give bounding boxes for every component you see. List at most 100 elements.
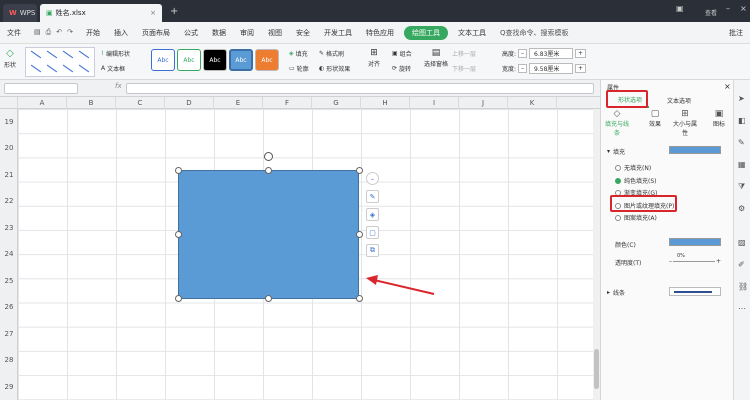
- tab-wps[interactable]: W WPS: [3, 4, 37, 22]
- style-4[interactable]: Abc: [229, 49, 253, 71]
- rectangle-shape[interactable]: [178, 170, 359, 299]
- handle-bottom-mid[interactable]: [265, 295, 272, 302]
- menu-insert[interactable]: 插入: [107, 28, 135, 38]
- name-box[interactable]: [4, 83, 78, 94]
- col-b[interactable]: B: [67, 97, 116, 109]
- collapse-icon[interactable]: –: [366, 172, 379, 185]
- handle-mid-left[interactable]: [175, 231, 182, 238]
- tools-icon[interactable]: ⚙: [738, 204, 747, 213]
- edit-shape-button[interactable]: ⌇ 编辑形状: [101, 49, 130, 58]
- menu-drawing-tools[interactable]: 绘图工具: [403, 25, 448, 40]
- height-value[interactable]: 6.83厘米: [529, 48, 574, 59]
- col-a[interactable]: A: [18, 97, 67, 109]
- badge-icon[interactable]: ▣: [676, 4, 684, 13]
- col-k[interactable]: K: [508, 97, 557, 109]
- redo-icon[interactable]: ↷: [67, 28, 73, 37]
- option-pattern-fill[interactable]: 图案填充(A): [615, 213, 657, 222]
- down-one-button[interactable]: 下移一层: [452, 64, 476, 73]
- col-i[interactable]: I: [410, 97, 459, 109]
- tab-size-props[interactable]: ⊞ 大小与属性: [673, 109, 697, 137]
- menu-formula[interactable]: 公式: [177, 28, 205, 38]
- option-no-fill[interactable]: 无填充(N): [615, 163, 651, 172]
- row-25[interactable]: 25: [0, 277, 18, 285]
- menu-developer[interactable]: 开发工具: [317, 28, 359, 38]
- layers-icon[interactable]: ⧉: [366, 244, 379, 257]
- vertical-scrollbar[interactable]: [593, 109, 600, 400]
- rotate-button[interactable]: ⟳ 旋转: [392, 64, 411, 73]
- menu-review[interactable]: 审阅: [233, 28, 261, 38]
- scroll-thumb[interactable]: [594, 349, 599, 389]
- menu-text-tools[interactable]: 文本工具: [451, 28, 493, 38]
- fill-section-header[interactable]: ▾ 填充: [607, 147, 625, 156]
- col-f[interactable]: F: [263, 97, 312, 109]
- col-c[interactable]: C: [116, 97, 165, 109]
- row-26[interactable]: 26: [0, 303, 18, 311]
- rotate-handle-icon[interactable]: [264, 152, 273, 161]
- col-e[interactable]: E: [214, 97, 263, 109]
- handle-top-mid[interactable]: [265, 167, 272, 174]
- new-tab-button[interactable]: +: [170, 6, 178, 17]
- table-icon[interactable]: ▦: [738, 160, 747, 169]
- outline-button[interactable]: ▭ 轮廓: [289, 64, 309, 73]
- menu-special[interactable]: 特色应用: [359, 28, 401, 38]
- tab-icon[interactable]: ▣ 图标: [707, 109, 731, 128]
- fill-button[interactable]: ◈ 填充: [289, 49, 308, 58]
- close-window-icon[interactable]: ×: [740, 4, 747, 13]
- frame-icon[interactable]: ▢: [366, 226, 379, 239]
- col-g[interactable]: G: [312, 97, 361, 109]
- option-solid-fill[interactable]: 纯色填充(S): [615, 176, 657, 185]
- line-section-header[interactable]: ▸ 线条: [607, 288, 625, 297]
- height-minus[interactable]: –: [518, 49, 528, 58]
- width-minus[interactable]: –: [518, 64, 528, 73]
- style-3[interactable]: Abc: [203, 49, 227, 71]
- shape-button[interactable]: ◇ 形状: [4, 48, 16, 69]
- width-plus[interactable]: +: [575, 64, 587, 73]
- color-picker[interactable]: [669, 238, 721, 246]
- edit-icon[interactable]: ✐: [738, 260, 747, 269]
- row-29[interactable]: 29: [0, 383, 18, 391]
- col-j[interactable]: J: [459, 97, 508, 109]
- menu-security[interactable]: 安全: [289, 28, 317, 38]
- fill-color-picker[interactable]: [669, 146, 721, 154]
- handle-top-left[interactable]: [175, 167, 182, 174]
- line-gallery[interactable]: [25, 47, 95, 77]
- filter-icon[interactable]: ⧩: [738, 182, 747, 191]
- height-plus[interactable]: +: [575, 49, 587, 58]
- select-all-corner[interactable]: [0, 97, 18, 109]
- brush-tool-icon[interactable]: ✎: [738, 138, 747, 147]
- style-1[interactable]: Abc: [151, 49, 175, 71]
- style-icon[interactable]: ◧: [738, 116, 747, 125]
- image-icon[interactable]: ▨: [738, 238, 747, 247]
- handle-mid-right[interactable]: [356, 231, 363, 238]
- line-style-picker[interactable]: [669, 287, 721, 296]
- row-24[interactable]: 24: [0, 250, 18, 258]
- tab-file[interactable]: ▣ 姓名.xlsx ×: [40, 4, 162, 22]
- transparency-minus[interactable]: –: [669, 258, 672, 265]
- menu-view[interactable]: 视图: [261, 28, 289, 38]
- print-icon[interactable]: ⎙: [46, 28, 52, 37]
- up-one-button[interactable]: 上移一层: [452, 49, 476, 58]
- search-command[interactable]: Q查找命令、搜索模板: [493, 28, 576, 38]
- align-button[interactable]: ⊞ 对齐: [368, 48, 380, 68]
- menu-data[interactable]: 数据: [205, 28, 233, 38]
- row-27[interactable]: 27: [0, 330, 18, 338]
- transparency-plus[interactable]: +: [716, 258, 721, 265]
- cursor-icon[interactable]: ➤: [738, 94, 747, 103]
- menu-layout[interactable]: 页面布局: [135, 28, 177, 38]
- fill-bucket-icon[interactable]: ◈: [366, 208, 379, 221]
- more-icon[interactable]: ⋯: [738, 304, 747, 313]
- fx-icon[interactable]: fx: [115, 82, 122, 90]
- link-icon[interactable]: ⛓: [738, 282, 748, 291]
- handle-bottom-left[interactable]: [175, 295, 182, 302]
- row-23[interactable]: 23: [0, 224, 18, 232]
- shape-effect-button[interactable]: ◐ 形状效果: [319, 64, 350, 73]
- close-tab-icon[interactable]: ×: [150, 9, 156, 17]
- user-name[interactable]: 查看: [705, 8, 717, 17]
- row-20[interactable]: 20: [0, 144, 18, 152]
- textbox-button[interactable]: A 文本框: [101, 64, 125, 73]
- row-22[interactable]: 22: [0, 197, 18, 205]
- row-19[interactable]: 19: [0, 118, 18, 126]
- format-brush-button[interactable]: ✎ 格式刷: [319, 49, 344, 58]
- minimize-icon[interactable]: –: [726, 4, 730, 13]
- width-value[interactable]: 9.58厘米: [529, 63, 574, 74]
